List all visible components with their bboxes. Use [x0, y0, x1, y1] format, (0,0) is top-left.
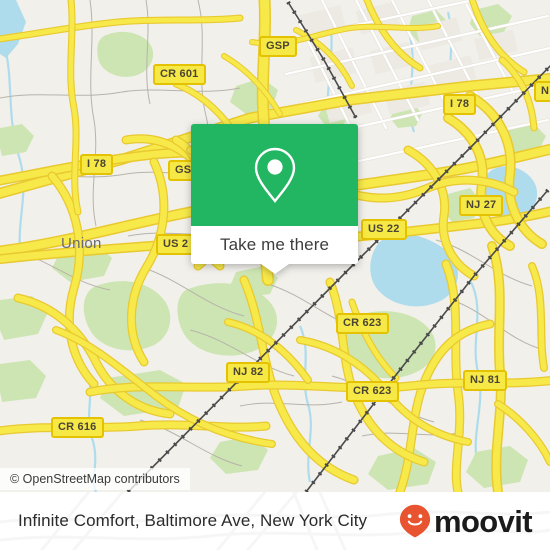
callout-body	[191, 124, 358, 226]
moovit-logo[interactable]: moovit	[399, 503, 533, 539]
shield-cr623-upper: CR 623	[336, 313, 389, 334]
callout-pointer-tail	[261, 264, 289, 274]
moovit-wordmark: moovit	[433, 503, 533, 539]
take-me-there-label: Take me there	[219, 235, 330, 254]
shield-nj-edge: N	[534, 81, 550, 102]
bottom-info-bar: Infinite Comfort, Baltimore Ave, New Yor…	[0, 492, 550, 550]
shield-nj82: NJ 82	[226, 362, 271, 383]
shield-gsp-top: GSP	[259, 36, 297, 57]
take-me-there-callout[interactable]: Take me there	[191, 124, 358, 274]
location-pin-icon	[254, 147, 295, 203]
osm-attribution-text: © OpenStreetMap contributors	[10, 472, 180, 486]
shield-i78-left: I 78	[80, 154, 114, 175]
shield-nj27: NJ 27	[459, 195, 504, 216]
shield-us22-right: US 22	[361, 219, 407, 240]
location-title: Infinite Comfort, Baltimore Ave, New Yor…	[18, 511, 368, 530]
shield-cr601: CR 601	[153, 64, 206, 85]
shield-cr623-lower: CR 623	[346, 381, 399, 402]
shield-i78-right: I 78	[443, 94, 477, 115]
moovit-pin-icon	[399, 504, 431, 538]
shield-nj81: NJ 81	[463, 370, 508, 391]
place-label-union: Union	[61, 235, 102, 252]
shield-us22-left: US 2	[156, 234, 196, 255]
map-canvas[interactable]: .bg { fill:#F2F0EB; } .park { fill:#CDE5…	[0, 0, 550, 492]
map-screen: .bg { fill:#F2F0EB; } .park { fill:#CDE5…	[0, 0, 550, 550]
shield-cr616: CR 616	[51, 417, 104, 438]
take-me-there-button[interactable]: Take me there	[191, 226, 358, 264]
osm-attribution[interactable]: © OpenStreetMap contributors	[0, 468, 190, 490]
